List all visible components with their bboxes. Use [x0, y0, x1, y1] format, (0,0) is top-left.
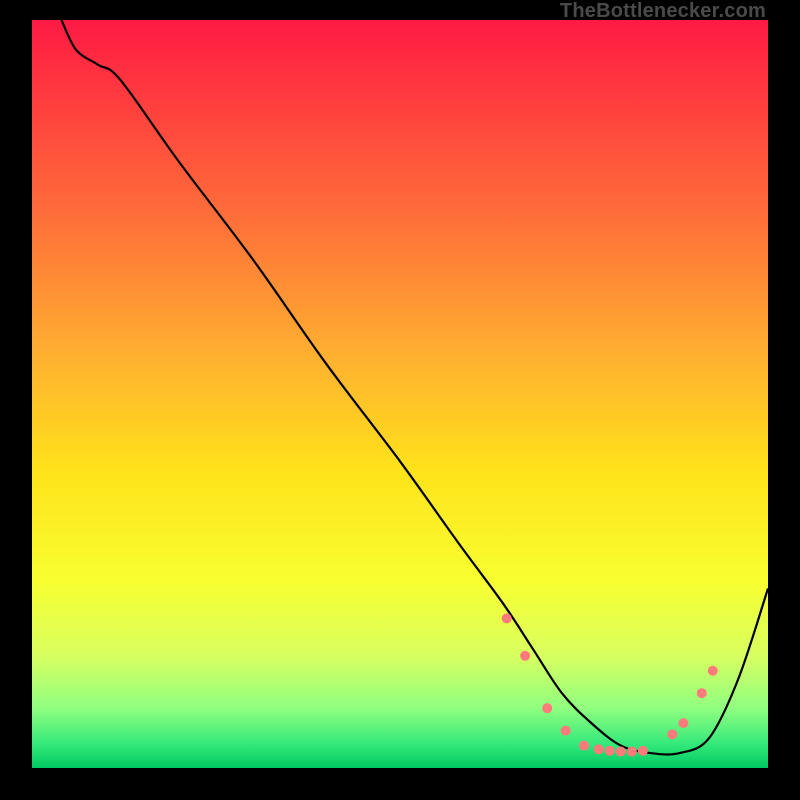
reference-point	[520, 651, 530, 661]
reference-point	[579, 741, 589, 751]
bottleneck-curve	[61, 20, 768, 754]
reference-point	[561, 726, 571, 736]
watermark-text: TheBottlenecker.com	[560, 0, 766, 23]
reference-point	[667, 729, 677, 739]
reference-point	[627, 747, 637, 757]
chart-frame	[32, 20, 768, 768]
reference-points	[502, 613, 718, 756]
bottleneck-chart	[32, 20, 768, 768]
reference-point	[638, 746, 648, 756]
reference-point	[605, 746, 615, 756]
reference-point	[616, 747, 626, 757]
reference-point	[697, 688, 707, 698]
reference-point	[678, 718, 688, 728]
reference-point	[502, 613, 512, 623]
reference-point	[594, 744, 604, 754]
reference-point	[542, 703, 552, 713]
reference-point	[708, 666, 718, 676]
